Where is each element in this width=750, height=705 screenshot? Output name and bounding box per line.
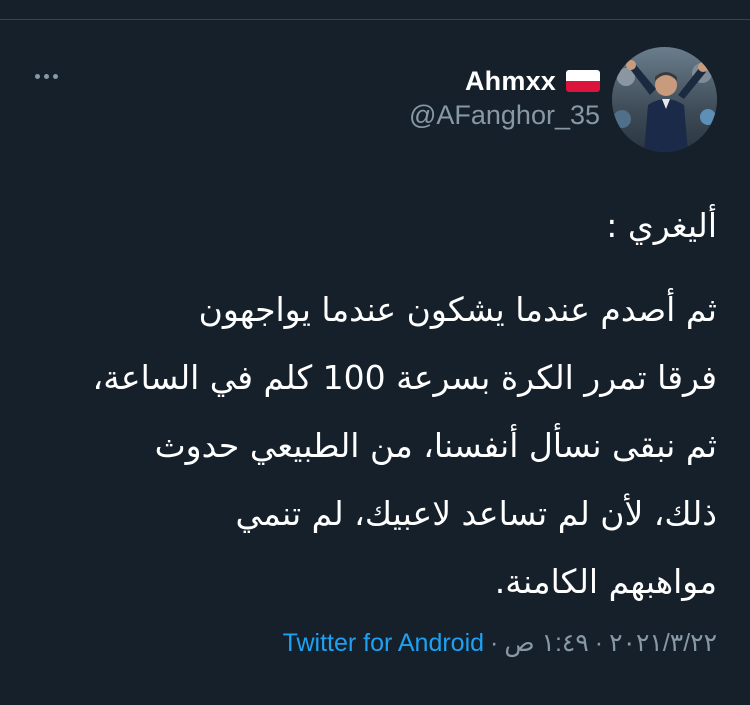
tweet-meta: Twitter for Android · ١:٤٩ ص · ٢٠٢١/٣/٢٢ [283, 628, 717, 658]
tweet-card: Ahmxx @AFanghor_35 أليغري: ثم أصدم عندم… [0, 0, 750, 705]
meta-separator: · [594, 628, 604, 657]
more-dot [34, 73, 40, 79]
source-link[interactable]: Twitter for Android [283, 629, 484, 658]
author-name-row[interactable]: Ahmxx [465, 64, 600, 98]
tweet-line: ذلك، لأن لم تساعد لاعبيك، لم تنمي [235, 494, 717, 533]
tweet-date[interactable]: ٢٠٢١/٣/٢٢ [609, 628, 717, 658]
more-options-button[interactable] [32, 62, 60, 90]
meta-separator: · [490, 628, 499, 657]
tweet-line: ثم أصدم عندما يشكون عندما يواجهون [198, 290, 717, 329]
avatar[interactable] [612, 47, 717, 152]
tweet-line: مواهبهم الكامنة. [494, 562, 717, 601]
more-dot [52, 73, 58, 79]
more-dot [43, 73, 49, 79]
tweet-time[interactable]: ١:٤٩ ص [504, 628, 588, 658]
author-handle[interactable]: @AFanghor_35 [409, 100, 600, 131]
poland-flag-icon [566, 70, 600, 92]
tweet-line: أليغري : [606, 206, 717, 245]
avatar-image [612, 47, 717, 152]
display-name[interactable]: Ahmxx [465, 66, 556, 97]
tweet-line: ثم نبقى نسأل أنفسنا، من الطبيعي حدوث [154, 426, 717, 465]
tweet-text: أليغري : ثم أصدم عندما يشكون عندما يواجه… [27, 192, 717, 616]
tweet-line: فرقا تمرر الكرة بسرعة 100 كلم في الساعة، [92, 358, 717, 397]
